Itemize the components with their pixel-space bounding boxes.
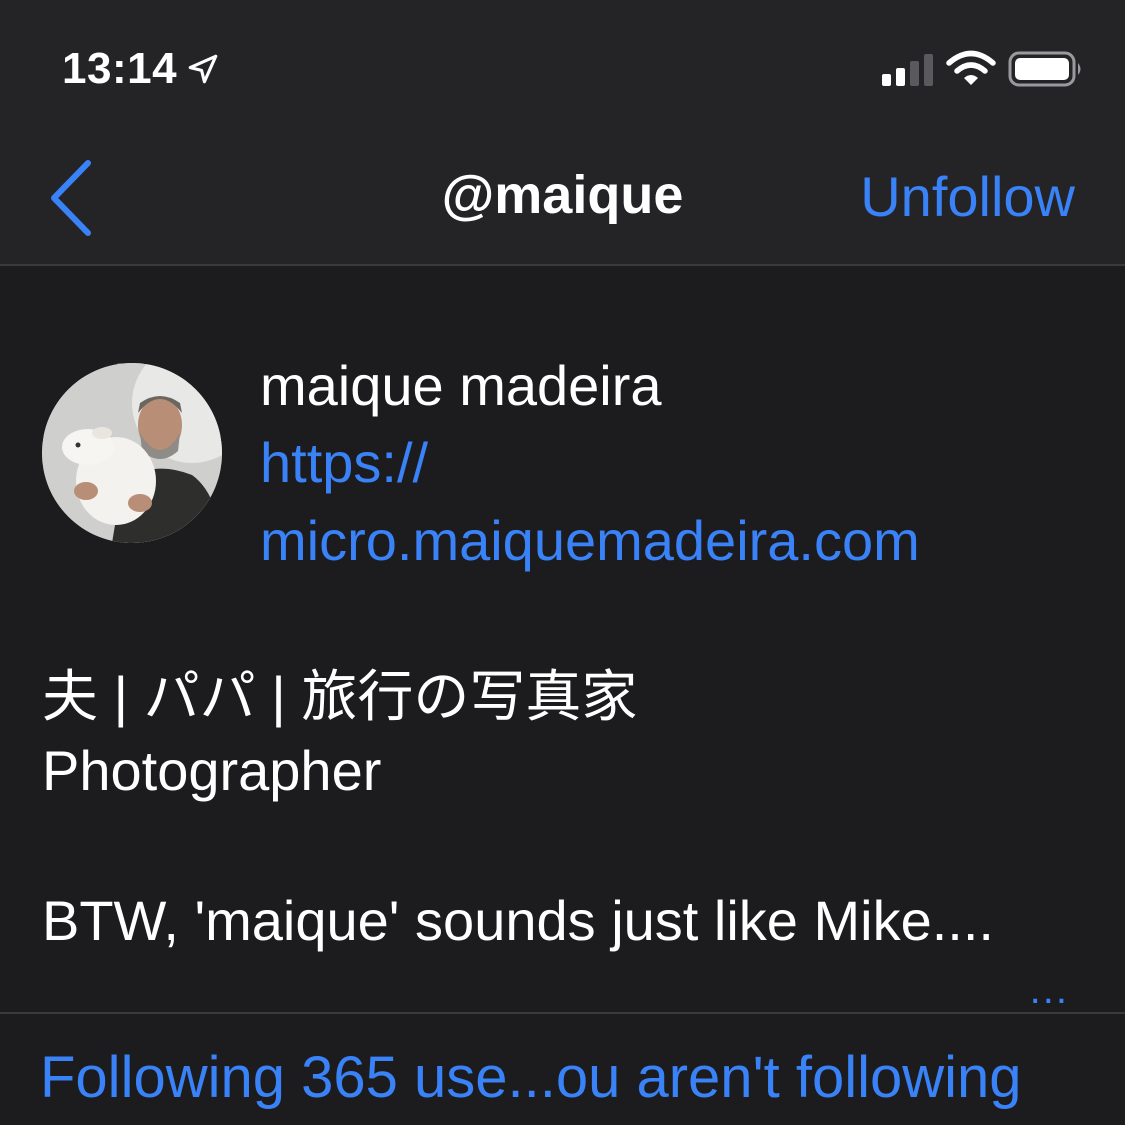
bio-line: BTW, 'maique' sounds just like Mike.... <box>42 889 994 952</box>
status-bar: 13:14 <box>0 0 1125 130</box>
profile-bio: 夫 | パパ | 旅行の写真家 Photographer <box>42 660 1102 808</box>
bio-line: Photographer <box>42 739 382 802</box>
divider <box>0 1012 1125 1014</box>
unfollow-button[interactable]: Unfollow <box>860 164 1075 229</box>
profile-link-line2[interactable]: micro.maiquemadeira.com <box>260 502 1080 580</box>
location-arrow-icon <box>188 54 218 84</box>
bio-line: 夫 | パパ | 旅行の写真家 <box>42 665 638 728</box>
cellular-signal-icon <box>882 54 933 86</box>
avatar[interactable] <box>42 363 222 543</box>
battery-icon <box>1008 51 1081 87</box>
more-bio-button[interactable]: ... <box>1030 968 1069 1013</box>
profile-link-line1[interactable]: https:// <box>260 424 1080 502</box>
status-time: 13:14 <box>62 44 178 93</box>
navigation-bar: @maique Unfollow <box>0 130 1125 266</box>
wifi-icon <box>946 50 996 85</box>
following-link[interactable]: Following 365 use...ou aren't following <box>40 1044 1022 1111</box>
profile-name: maique madeira <box>260 354 662 417</box>
profile-website-link[interactable]: https:// micro.maiquemadeira.com <box>260 424 1080 580</box>
